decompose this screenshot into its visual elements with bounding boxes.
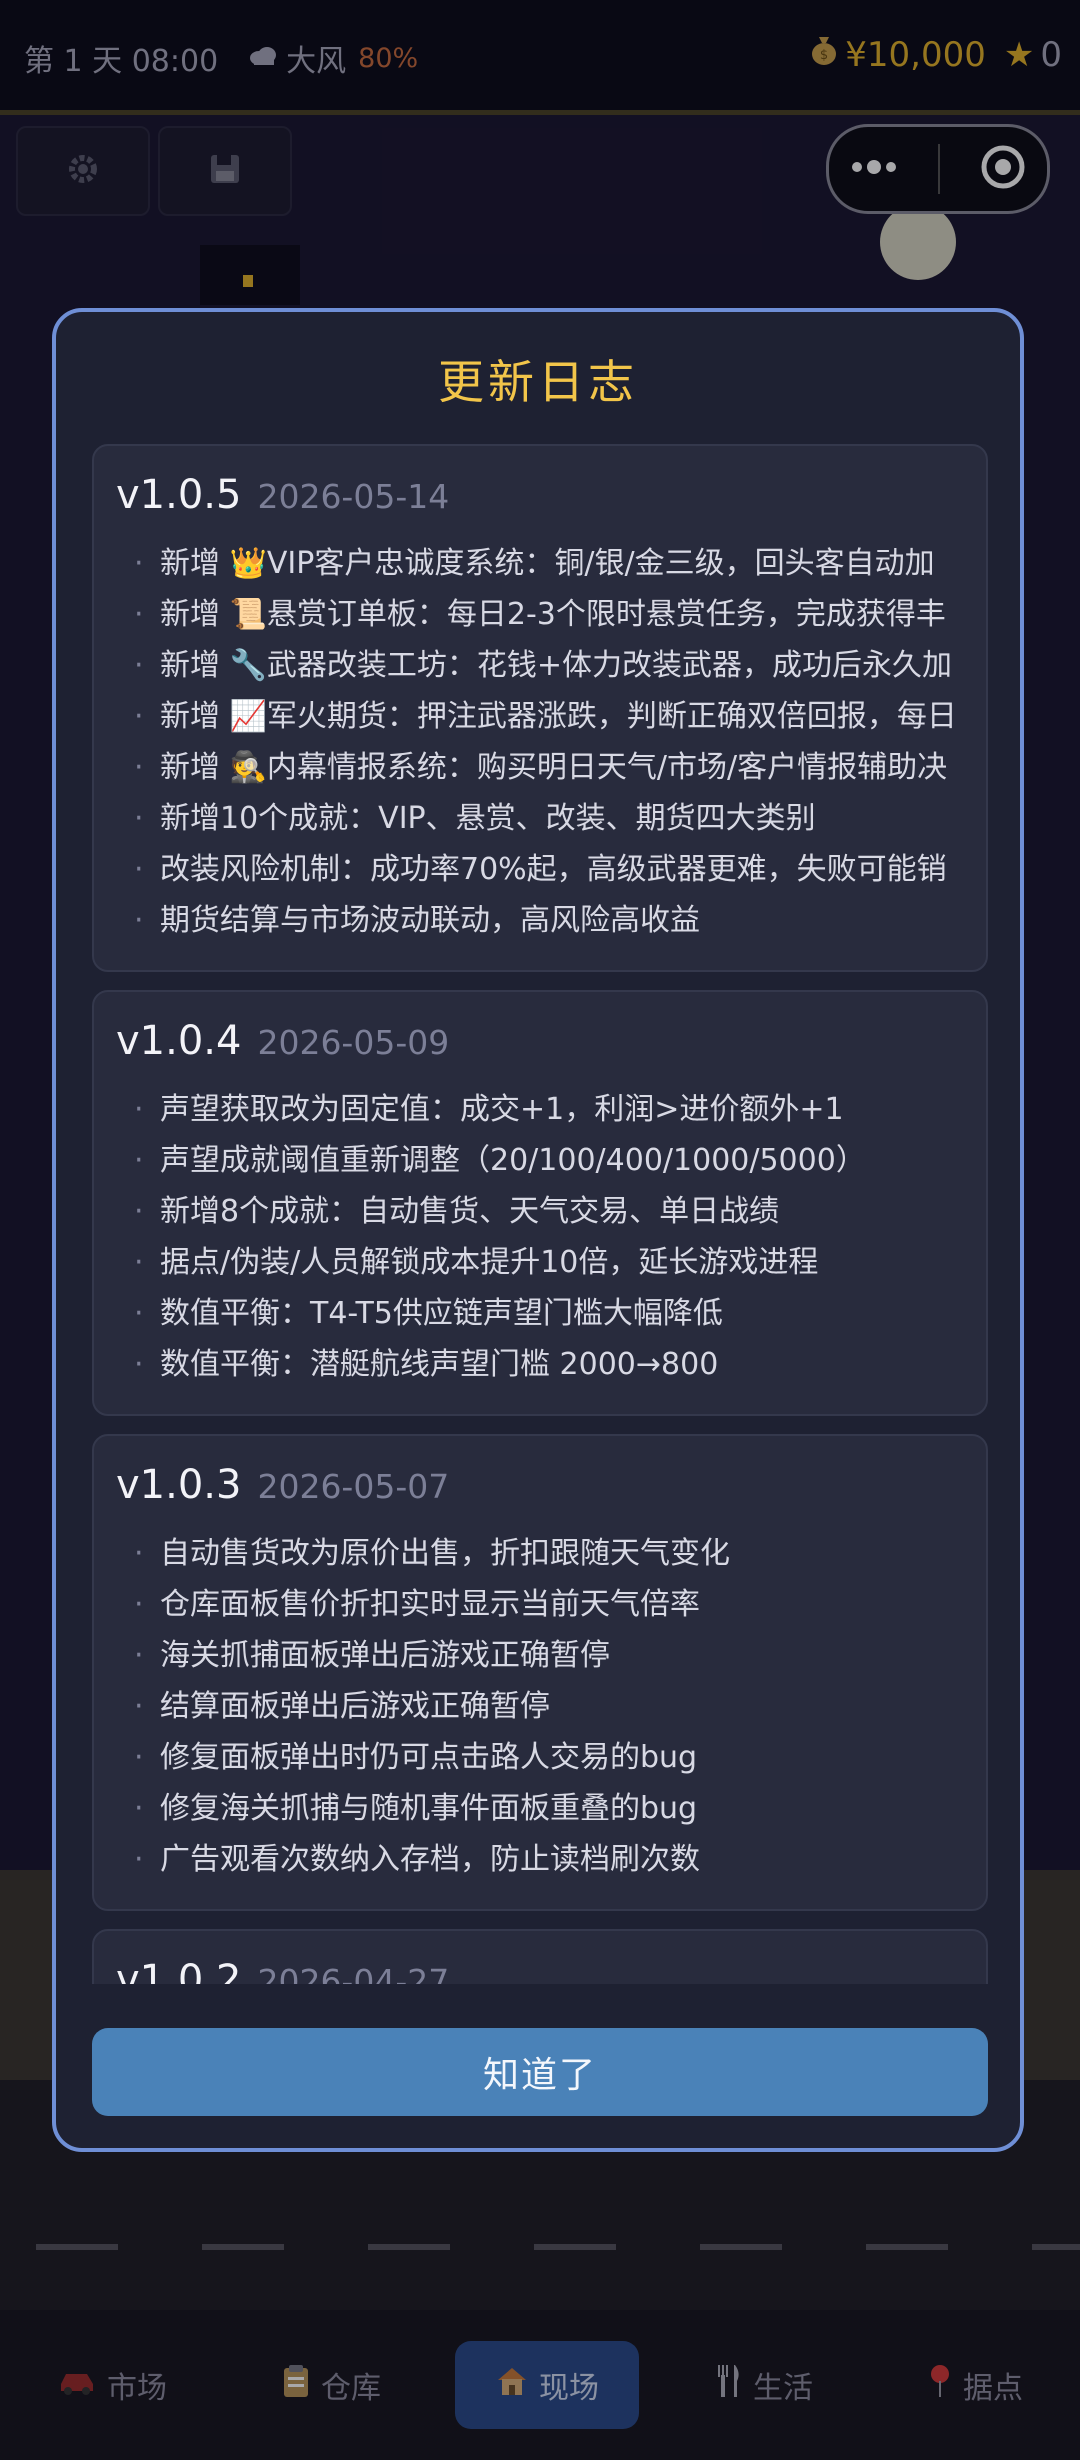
changelog-entry: · 新增 📈军火期货：押注武器涨跌，判断正确双倍回报，每日 — [134, 699, 957, 734]
changelog-entry: · 仓库面板售价折扣实时显示当前天气倍率 — [134, 1587, 700, 1622]
changelog-entry: · 新增 📜悬赏订单板：每日2-3个限时悬赏任务，完成获得丰 — [134, 597, 946, 632]
version-card: v1.0.5 2026-05-14 · 新增 👑VIP客户忠诚度系统：铜/银/金三… — [92, 444, 988, 972]
changelog-entry: · 数值平衡：潜艇航线声望门槛 2000→800 — [134, 1347, 719, 1382]
changelog-entry: · 新增10个成就：VIP、悬赏、改装、期货四大类别 — [134, 801, 816, 836]
acknowledge-button[interactable]: 知道了 — [92, 2028, 988, 2116]
version-date: 2026-05-14 — [257, 477, 450, 516]
version-card: v1.0.2 2026-04-27 — [92, 1929, 988, 1984]
version-date: 2026-04-27 — [257, 1962, 450, 1984]
version-date: 2026-05-09 — [257, 1023, 450, 1062]
changelog-entry: · 新增 🔧武器改装工坊：花钱+体力改装武器，成功后永久加 — [134, 648, 953, 683]
version-number: v1.0.4 — [116, 1018, 242, 1064]
changelog-entry: · 海关抓捕面板弹出后游戏正确暂停 — [134, 1638, 610, 1673]
changelog-entry: · 新增 👑VIP客户忠诚度系统：铜/银/金三级，回头客自动加 — [134, 546, 935, 581]
changelog-entry: · 声望获取改为固定值：成交+1，利润>进价额外+1 — [134, 1092, 844, 1127]
version-card: v1.0.3 2026-05-07 · 自动售货改为原价出售，折扣跟随天气变化 ·… — [92, 1434, 988, 1911]
version-number: v1.0.3 — [116, 1462, 242, 1508]
version-date: 2026-05-07 — [257, 1467, 450, 1506]
version-number: v1.0.5 — [116, 472, 242, 518]
changelog-entry: · 数值平衡：T4-T5供应链声望门槛大幅降低 — [134, 1296, 723, 1331]
changelog-entry: · 修复海关抓捕与随机事件面板重叠的bug — [134, 1791, 698, 1826]
changelog-entry: · 修复面板弹出时仍可点击路人交易的bug — [134, 1740, 698, 1775]
changelog-entry: · 广告观看次数纳入存档，防止读档刷次数 — [134, 1842, 700, 1877]
changelog-entry: · 声望成就阈值重新调整（20/100/400/1000/5000） — [134, 1143, 866, 1178]
version-card: v1.0.4 2026-05-09 · 声望获取改为固定值：成交+1，利润>进价额… — [92, 990, 988, 1416]
changelog-entry: · 期货结算与市场波动联动，高风险高收益 — [134, 903, 700, 938]
version-number: v1.0.2 — [116, 1957, 242, 1984]
changelog-entry: · 结算面板弹出后游戏正确暂停 — [134, 1689, 550, 1724]
changelog-entry: · 据点/伪装/人员解锁成本提升10倍，延长游戏进程 — [134, 1245, 819, 1280]
changelog-entry: · 自动售货改为原价出售，折扣跟随天气变化 — [134, 1536, 730, 1571]
changelog-entry: · 新增8个成就：自动售货、天气交易、单日战绩 — [134, 1194, 780, 1229]
changelog-entry: · 改装风险机制：成功率70%起，高级武器更难，失败可能销 — [134, 852, 947, 887]
changelog-entry: · 新增 🕵内幕情报系统：购买明日天气/市场/客户情报辅助决 — [134, 750, 948, 785]
modal-title: 更新日志 — [438, 355, 638, 409]
changelog-scroll-area[interactable]: v1.0.5 2026-05-14 · 新增 👑VIP客户忠诚度系统：铜/银/金三… — [92, 444, 988, 1984]
changelog-modal: 更新日志 v1.0.5 2026-05-14 · 新增 👑VIP客户忠诚度系统：铜… — [52, 308, 1024, 2152]
